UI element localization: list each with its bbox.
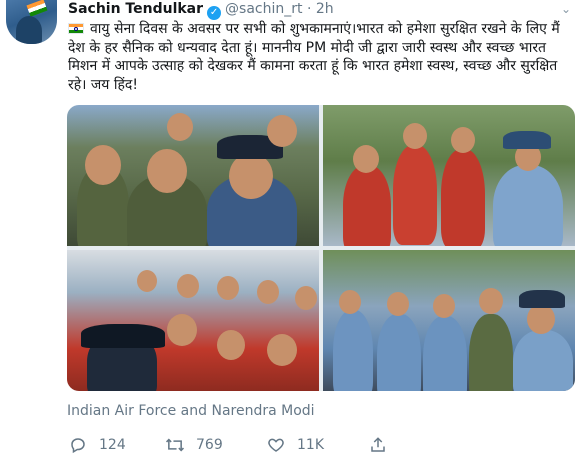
- like-button[interactable]: 11K: [265, 434, 324, 456]
- like-count: 11K: [297, 437, 324, 453]
- author-name[interactable]: Sachin Tendulkar: [68, 1, 203, 17]
- photo-figure: [343, 165, 391, 246]
- photo-face: [295, 286, 317, 310]
- heart-icon: [265, 434, 287, 456]
- photo-face: [167, 113, 193, 141]
- retweet-count: 769: [196, 437, 223, 453]
- photo-face: [217, 330, 245, 360]
- author-handle[interactable]: @sachin_rt: [225, 1, 302, 17]
- photo-4[interactable]: [323, 250, 575, 391]
- tweet-text: वायु सेना दिवस के अवसर पर सभी को शुभकामन…: [68, 20, 573, 94]
- tweet-header: Sachin Tendulkar ✓ @sachin_rt · 2h: [68, 0, 334, 20]
- photo-face: [433, 294, 455, 318]
- photo-1[interactable]: [67, 105, 319, 246]
- photo-face: [267, 115, 297, 147]
- photo-face: [353, 145, 379, 173]
- photo-face: [217, 276, 239, 300]
- photo-figure: [377, 314, 421, 391]
- india-flag-icon: [68, 23, 84, 34]
- header-separator: ·: [306, 1, 312, 17]
- photo-face: [339, 290, 361, 314]
- avatar[interactable]: [6, 0, 57, 44]
- photo-face: [177, 274, 199, 298]
- photo-face: [267, 334, 297, 366]
- share-button[interactable]: [367, 434, 399, 456]
- tweet-body: वायु सेना दिवस के अवसर पर सभी को शुभकामन…: [68, 21, 560, 93]
- reply-button[interactable]: 124: [67, 434, 126, 456]
- photo-figure: [333, 310, 373, 391]
- photo-figure: [493, 165, 563, 246]
- photo-cap: [519, 290, 565, 308]
- photo-face: [257, 280, 279, 304]
- photo-face: [451, 127, 475, 153]
- reply-icon: [67, 434, 89, 456]
- photo-face: [229, 153, 273, 199]
- retweet-button[interactable]: 769: [164, 434, 223, 456]
- share-icon: [367, 434, 389, 456]
- photo-cap: [81, 324, 165, 348]
- photo-figure: [393, 145, 437, 245]
- photo-figure: [469, 314, 513, 391]
- verified-badge-icon: ✓: [207, 6, 222, 20]
- photo-face: [527, 304, 555, 334]
- photo-face: [147, 149, 187, 193]
- reply-count: 124: [99, 437, 126, 453]
- photo-figure: [441, 149, 485, 246]
- photo-face: [403, 123, 427, 149]
- tweet-actions: 124 769 11K: [67, 434, 567, 456]
- photo-face: [137, 270, 157, 292]
- chevron-down-icon[interactable]: ⌄: [559, 2, 573, 16]
- photo-cap: [503, 131, 551, 149]
- media-caption[interactable]: Indian Air Force and Narendra Modi: [67, 402, 315, 420]
- tweet-time[interactable]: 2h: [316, 1, 334, 17]
- photo-figure: [513, 330, 573, 391]
- retweet-icon: [164, 434, 186, 456]
- media-grid: [67, 105, 575, 391]
- photo-face: [167, 314, 197, 346]
- photo-2[interactable]: [323, 105, 575, 246]
- photo-face: [387, 292, 409, 316]
- photo-3[interactable]: [67, 250, 319, 391]
- photo-figure: [423, 316, 467, 391]
- avatar-figure: [16, 16, 42, 44]
- photo-face: [85, 145, 121, 185]
- photo-face: [479, 288, 503, 314]
- avatar-flag: [26, 0, 48, 17]
